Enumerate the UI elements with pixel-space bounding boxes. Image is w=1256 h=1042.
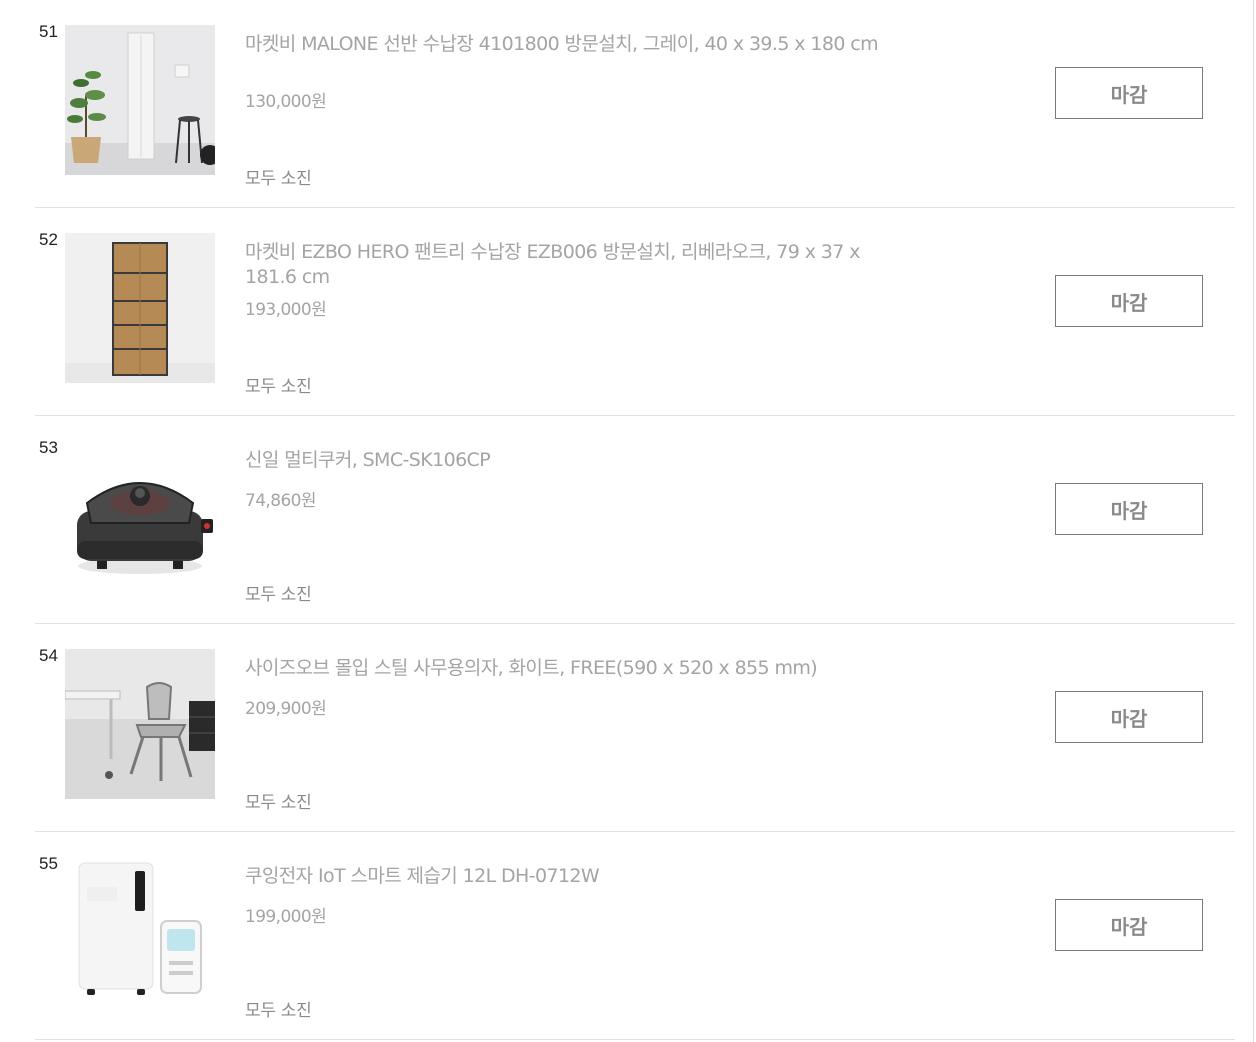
item-number: 53	[39, 438, 58, 457]
product-image-multicooker[interactable]	[65, 441, 215, 591]
product-image-office-chair[interactable]	[65, 649, 215, 799]
list-item: 51 마켓비 MALONE 선반 수납장 4101800 방문설치, 그레이, …	[35, 0, 1235, 208]
product-image-cabinet[interactable]	[65, 25, 215, 175]
list-item: 54 사이즈오브 몰입 스틸 사무용의자, 화이트, FREE(590 x 52…	[35, 624, 1235, 832]
closed-button[interactable]: 마감	[1055, 899, 1203, 951]
product-image-shelf[interactable]	[65, 233, 215, 383]
product-title[interactable]: 사이즈오브 몰입 스틸 사무용의자, 화이트, FREE(590 x 520 x…	[245, 656, 905, 681]
closed-button[interactable]: 마감	[1055, 67, 1203, 119]
product-price: 209,900원	[245, 699, 327, 719]
closed-button[interactable]: 마감	[1055, 483, 1203, 535]
page: 51 마켓비 MALONE 선반 수납장 4101800 방문설치, 그레이, …	[0, 0, 1256, 1042]
list-item: 53 신일 멀티쿠커, SMC-SK106CP 74,860원 모두 소진 마감	[35, 416, 1235, 624]
product-image-dehumidifier[interactable]	[65, 857, 215, 1007]
product-price: 199,000원	[245, 907, 327, 927]
item-number: 55	[39, 854, 58, 873]
stock-status: 모두 소진	[245, 377, 312, 397]
stock-status: 모두 소진	[245, 793, 312, 813]
scroll-edge	[1253, 0, 1254, 1042]
item-number: 51	[39, 22, 58, 41]
stock-status: 모두 소진	[245, 169, 312, 189]
closed-button[interactable]: 마감	[1055, 691, 1203, 743]
product-title[interactable]: 마켓비 MALONE 선반 수납장 4101800 방문설치, 그레이, 40 …	[245, 32, 905, 57]
closed-button[interactable]: 마감	[1055, 275, 1203, 327]
stock-status: 모두 소진	[245, 1001, 312, 1021]
product-title[interactable]: 쿠잉전자 IoT 스마트 제습기 12L DH-0712W	[245, 864, 905, 889]
product-title[interactable]: 신일 멀티쿠커, SMC-SK106CP	[245, 448, 905, 473]
item-number: 52	[39, 230, 58, 249]
product-price: 193,000원	[245, 300, 327, 320]
list-item: 55 쿠잉전자 IoT 스마트 제습기 12L DH-0712W 199,000…	[35, 832, 1235, 1040]
list-item: 52 마켓비 EZBO HERO 팬트리 수납장 EZB006 방문설치, 리베…	[35, 208, 1235, 416]
product-price: 74,860원	[245, 491, 317, 511]
product-price: 130,000원	[245, 92, 327, 112]
stock-status: 모두 소진	[245, 585, 312, 605]
product-title[interactable]: 마켓비 EZBO HERO 팬트리 수납장 EZB006 방문설치, 리베라오크…	[245, 240, 905, 290]
product-list: 51 마켓비 MALONE 선반 수납장 4101800 방문설치, 그레이, …	[35, 0, 1235, 1040]
item-number: 54	[39, 646, 58, 665]
